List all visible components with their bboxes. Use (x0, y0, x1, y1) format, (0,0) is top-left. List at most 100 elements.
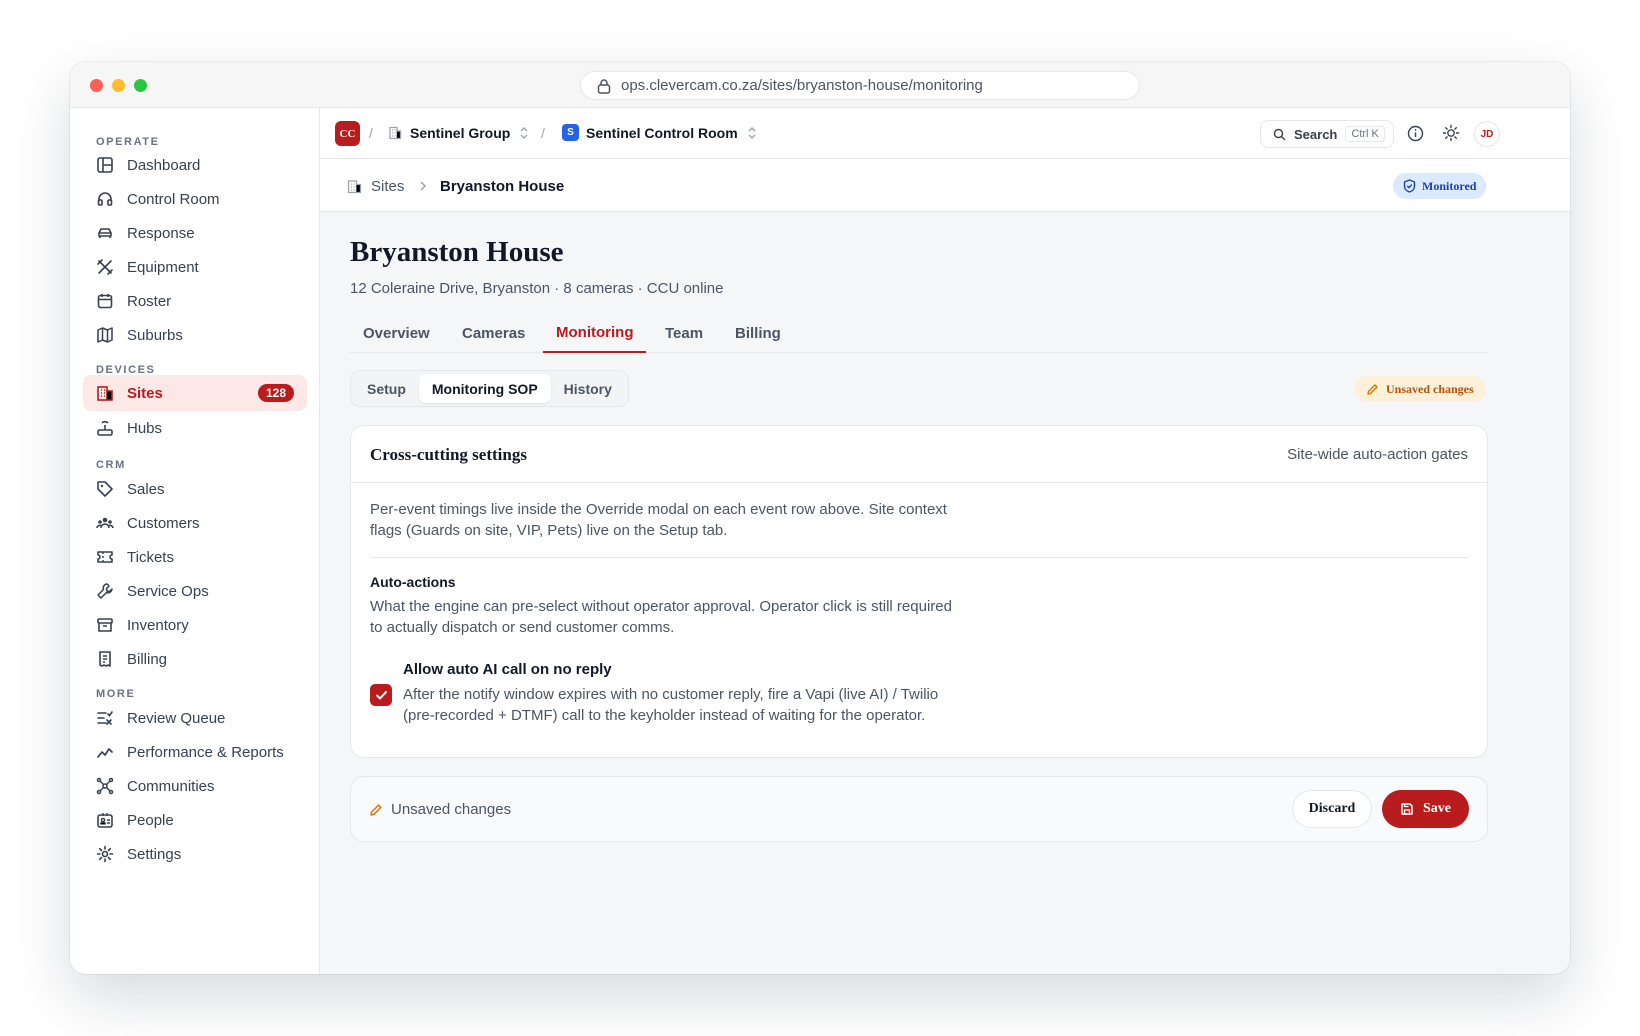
save-button-label: Save (1423, 801, 1451, 816)
search-shortcut: Ctrl K (1345, 126, 1385, 142)
option-description-line: After the notify window expires with no … (403, 686, 939, 703)
page-subtitle: 12 Coleraine Drive, Bryanston · 8 camera… (350, 280, 724, 297)
browser-window: ops.clevercam.co.za/sites/bryanston-hous… (70, 62, 1570, 974)
sidebar-item-label: Performance & Reports (127, 743, 284, 761)
sidebar-item-tickets[interactable]: Tickets (83, 539, 307, 575)
car-icon (96, 224, 114, 242)
router-icon (96, 419, 114, 437)
sidebar-item-sales[interactable]: Sales (83, 471, 307, 507)
tab-billing[interactable]: Billing (722, 313, 794, 353)
status-badge-label: Monitored (1422, 178, 1477, 193)
sidebar-item-suburbs[interactable]: Suburbs (83, 317, 307, 353)
chevron-up-down-icon (748, 126, 756, 139)
option-description: After the notify window expires with no … (403, 684, 938, 726)
tab-team[interactable]: Team (652, 313, 716, 353)
sidebar-item-label: Suburbs (127, 326, 183, 344)
building-icon (347, 180, 362, 194)
sidebar-item-inventory[interactable]: Inventory (83, 607, 307, 643)
save-button[interactable]: Save (1382, 790, 1469, 828)
sidebar-item-review-queue[interactable]: Review Queue (83, 700, 307, 736)
sidebar-item-dashboard[interactable]: Dashboard (83, 147, 307, 183)
card-intro-line: flags (Guards on site, VIP, Pets) live o… (370, 522, 728, 539)
sidebar-item-label: Service Ops (127, 582, 209, 600)
sun-icon (1442, 124, 1460, 142)
section-description: What the engine can pre-select without o… (370, 596, 952, 638)
subtab-history[interactable]: History (551, 374, 625, 403)
card-title: Cross-cutting settings (370, 445, 527, 464)
building-icon (96, 384, 114, 402)
close-window-button[interactable] (90, 79, 103, 92)
option-label[interactable]: Allow auto AI call on no reply (403, 661, 612, 678)
option-description-line: (pre-recorded + DTMF) call to the keyhol… (403, 707, 926, 724)
sidebar-item-people[interactable]: People (83, 802, 307, 838)
discard-button[interactable]: Discard (1292, 790, 1372, 828)
breadcrumb-sites-link[interactable]: Sites (371, 178, 404, 195)
sidebar-item-service-ops[interactable]: Service Ops (83, 573, 307, 609)
lock-icon (597, 78, 611, 94)
zoom-window-button[interactable] (134, 79, 147, 92)
sidebar-item-label: Roster (127, 292, 172, 310)
info-icon (1407, 125, 1424, 142)
sidebar-item-label: Settings (127, 845, 182, 863)
sidebar-item-performance-reports[interactable]: Performance & Reports (83, 734, 307, 770)
divider (370, 557, 1468, 558)
sidebar-item-response[interactable]: Response (83, 215, 307, 251)
list-check-icon (96, 709, 114, 727)
theme-toggle-button[interactable] (1442, 124, 1460, 147)
avatar[interactable]: JD (1474, 121, 1500, 147)
page-tabs: Overview Cameras Monitoring Team Billing (350, 313, 1488, 353)
tab-cameras[interactable]: Cameras (449, 313, 538, 353)
card-header-note: Site-wide auto-action gates (1287, 446, 1468, 463)
map-icon (96, 326, 114, 344)
sidebar-item-control-room[interactable]: Control Room (83, 181, 307, 217)
sidebar-item-label: Sales (127, 480, 165, 498)
wrench-icon (96, 582, 114, 600)
users-icon (96, 514, 114, 532)
top-bar: CC / Sentinel Group / S Sentinel Control… (320, 108, 1570, 159)
minimize-window-button[interactable] (112, 79, 125, 92)
search-icon (1273, 128, 1286, 140)
sidebar-item-billing[interactable]: Billing (83, 641, 307, 677)
breadcrumb-current: Bryanston House (440, 178, 565, 195)
sidebar-item-hubs[interactable]: Hubs (83, 410, 307, 446)
subtab-monitoring-sop[interactable]: Monitoring SOP (418, 374, 551, 403)
floppy-disk-icon (1401, 803, 1413, 815)
sidebar-item-label: Inventory (127, 616, 189, 634)
sidebar-item-label: Hubs (127, 419, 163, 437)
sidebar-item-communities[interactable]: Communities (83, 768, 307, 804)
info-button[interactable] (1407, 125, 1424, 147)
sidebar-item-customers[interactable]: Customers (83, 505, 307, 541)
workspace-badge: S (562, 124, 579, 141)
status-badge: Monitored (1393, 173, 1487, 199)
sidebar-item-label: Billing (127, 650, 168, 668)
sidebar-item-label: Control Room (127, 190, 220, 208)
tab-overview[interactable]: Overview (350, 313, 443, 353)
sidebar-item-settings[interactable]: Settings (83, 836, 307, 872)
sidebar-item-label: Equipment (127, 258, 199, 276)
building-icon (389, 126, 402, 140)
section-label-crm: CRM (96, 459, 126, 471)
sidebar-item-roster[interactable]: Roster (83, 283, 307, 319)
auto-ai-call-checkbox[interactable] (370, 684, 392, 706)
address-bar[interactable]: ops.clevercam.co.za/sites/bryanston-hous… (580, 71, 1140, 100)
sidebar-item-label: Tickets (127, 548, 174, 566)
section-label-more: MORE (96, 688, 136, 700)
org-switcher[interactable]: Sentinel Group (388, 125, 530, 141)
search-button[interactable]: Search Ctrl K (1260, 120, 1394, 148)
section-description-line: to actually dispatch or send customer co… (370, 619, 675, 636)
workspace-switcher[interactable]: S Sentinel Control Room (562, 124, 758, 141)
url-text: ops.clevercam.co.za/sites/bryanston-hous… (621, 77, 983, 94)
network-icon (96, 777, 114, 795)
pencil-icon (1367, 383, 1378, 395)
sidebar: OPERATE Dashboard Control Room Response … (70, 108, 320, 974)
sidebar-item-sites[interactable]: Sites 128 (83, 375, 307, 411)
tab-monitoring[interactable]: Monitoring (543, 313, 647, 353)
main-content: CC / Sentinel Group / S Sentinel Control… (320, 108, 1570, 974)
sidebar-item-equipment[interactable]: Equipment (83, 249, 307, 285)
sites-count-badge: 128 (257, 384, 294, 402)
page-title: Bryanston House (350, 236, 564, 268)
subtab-setup[interactable]: Setup (354, 374, 419, 403)
card-intro-line: Per-event timings live inside the Overri… (370, 501, 947, 518)
org-logo[interactable]: CC (335, 121, 360, 146)
sidebar-item-label: People (127, 811, 174, 829)
